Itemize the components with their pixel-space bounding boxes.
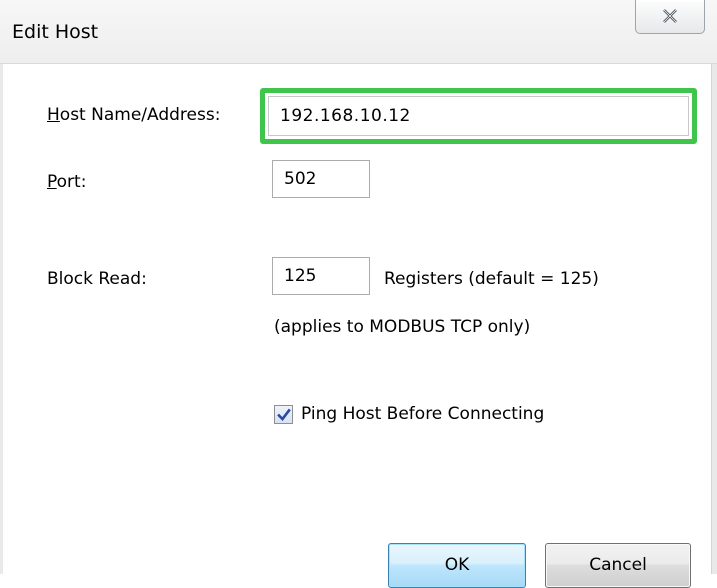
block-read-input[interactable]: 125	[272, 257, 370, 295]
host-name-label: Host Name/Address:	[47, 105, 220, 125]
ping-host-checkbox[interactable]	[274, 405, 293, 424]
host-name-input[interactable]: 192.168.10.12	[268, 96, 689, 136]
host-name-label-text: ost Name/Address:	[59, 105, 221, 125]
dialog-title: Edit Host	[12, 21, 99, 43]
ok-button[interactable]: OK	[388, 543, 526, 588]
checkmark-icon	[277, 408, 291, 421]
block-read-label: Block Read:	[47, 269, 147, 289]
close-icon	[663, 9, 677, 23]
window-frame-right	[711, 64, 717, 574]
window-frame-left	[0, 64, 3, 574]
close-button[interactable]	[635, 0, 705, 34]
port-label-mnemonic: P	[47, 172, 57, 192]
edit-host-dialog: Edit Host Host Name/Address: 192.168.10.…	[0, 0, 717, 588]
cancel-button[interactable]: Cancel	[545, 543, 691, 588]
block-read-suffix: Registers (default = 125)	[384, 269, 599, 289]
ping-host-label[interactable]: Ping Host Before Connecting	[301, 404, 544, 424]
host-name-label-mnemonic: H	[47, 105, 60, 125]
block-read-note: (applies to MODBUS TCP only)	[274, 317, 531, 337]
port-input[interactable]: 502	[272, 160, 370, 198]
port-label-text: ort:	[56, 172, 87, 192]
port-label: Port:	[47, 172, 86, 192]
title-bar: Edit Host	[0, 0, 717, 64]
